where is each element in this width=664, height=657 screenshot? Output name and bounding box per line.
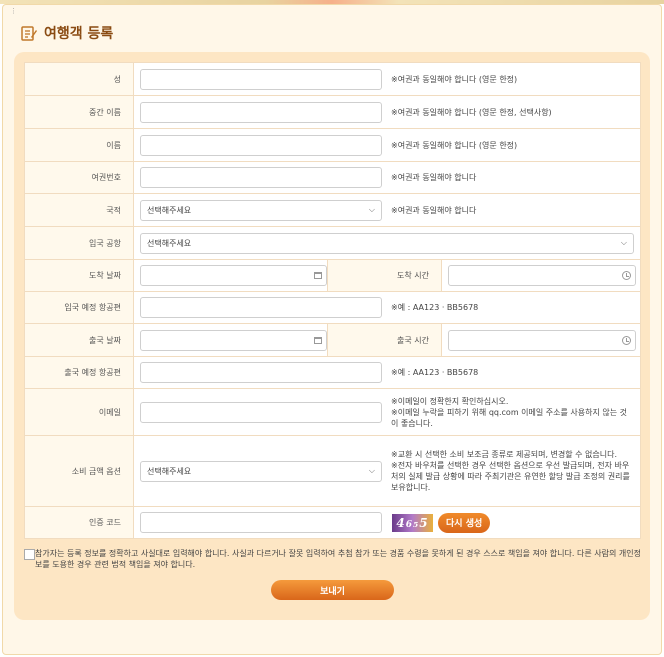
exit-flight-label: 출국 예정 항공편 <box>24 356 134 389</box>
passport-note: ※여권과 동일해야 합니다 <box>391 173 477 182</box>
arrival-time-input[interactable] <box>448 265 636 286</box>
agreement-row: 참가자는 등록 정보를 정확하고 사실대로 입력해야 합니다. 사실과 다르거나… <box>24 548 644 570</box>
form-row-surname: 성 ※여권과 동일해야 합니다 (영문 한정) <box>24 62 641 96</box>
middle-name-input[interactable] <box>140 101 382 123</box>
arrival-date-input[interactable] <box>140 265 327 286</box>
given-name-input[interactable] <box>140 134 382 156</box>
amount-option-label: 소비 금액 옵션 <box>24 435 134 507</box>
passport-label: 여권번호 <box>24 161 134 194</box>
form-row-given-name: 이름 ※여권과 동일해야 합니다 (영문 한정) <box>24 128 641 162</box>
form-row-departure: 출국 날짜 출국 시간 <box>24 323 641 357</box>
departure-time-input[interactable] <box>448 329 636 351</box>
passport-input[interactable] <box>140 167 382 188</box>
page-header: 여행객 등록 <box>20 22 113 44</box>
amount-option-selected: 선택해주세요 <box>147 466 192 476</box>
page-title: 여행객 등록 <box>44 26 114 42</box>
exit-flight-note: ※예 : AA123 · BB5678 <box>391 368 479 377</box>
exit-flight-input[interactable] <box>140 362 382 383</box>
given-name-note: ※여권과 동일해야 합니다 (영문 한정) <box>391 140 518 150</box>
drag-handle-icon[interactable]: ⋮ <box>10 8 17 21</box>
calendar-icon[interactable] <box>314 272 322 279</box>
email-note-2: ※이메일 누락을 피하기 위해 qq.com 이메일 주소를 사용하지 않는 것… <box>391 407 628 428</box>
entry-airport-selected: 선택해주세요 <box>147 238 192 248</box>
agreement-text: 참가자는 등록 정보를 정확하고 사실대로 입력해야 합니다. 사실과 다르거나… <box>35 549 641 569</box>
clock-icon[interactable] <box>622 271 631 280</box>
entry-flight-label: 입국 예정 항공편 <box>24 291 134 324</box>
email-input[interactable] <box>140 401 382 423</box>
nationality-select[interactable]: 선택해주세요 ⌵ <box>140 199 382 221</box>
form-row-exit-flight: 출국 예정 항공편 ※예 : AA123 · BB5678 <box>24 356 641 389</box>
entry-flight-input[interactable] <box>140 297 382 318</box>
given-name-label: 이름 <box>24 128 134 162</box>
surname-label: 성 <box>24 62 134 96</box>
clock-icon[interactable] <box>622 335 631 345</box>
email-note-1: ※이메일이 정확한지 확인하십시오. <box>391 396 509 406</box>
arrival-date-label: 도착 날짜 <box>24 259 134 292</box>
form-row-passport: 여권번호 ※여권과 동일해야 합니다 <box>24 161 641 194</box>
amount-option-select[interactable]: 선택해주세요 ⌵ <box>140 460 382 482</box>
chevron-down-icon: ⌵ <box>368 466 375 475</box>
registration-form-icon <box>21 26 37 41</box>
form-row-middle-name: 중간 이름 ※여권과 동일해야 합니다 (영문 한정, 선택사항) <box>24 95 641 129</box>
amount-option-note-2: ※전자 바우처를 선택한 경우 선택한 옵션으로 우선 발급되며, 전자 바우처… <box>391 461 630 492</box>
email-label: 이메일 <box>24 388 134 436</box>
entry-flight-note: ※예 : AA123 · BB5678 <box>391 303 479 312</box>
registration-form: 성 ※여권과 동일해야 합니다 (영문 한정) 중간 이름 ※여권과 동일해야 … <box>24 62 641 539</box>
entry-airport-select[interactable]: 선택해주세요 ⌵ <box>140 232 634 254</box>
nationality-note: ※여권과 동일해야 합니다 <box>391 205 477 215</box>
captcha-label: 인증 코드 <box>24 506 134 539</box>
form-row-entry-flight: 입국 예정 항공편 ※예 : AA123 · BB5678 <box>24 291 641 324</box>
form-row-nationality: 국적 선택해주세요 ⌵ ※여권과 동일해야 합니다 <box>24 193 641 227</box>
middle-name-note: ※여권과 동일해야 합니다 (영문 한정, 선택사항) <box>391 107 552 117</box>
middle-name-label: 중간 이름 <box>24 95 134 129</box>
form-row-entry-airport: 입국 공항 선택해주세요 ⌵ <box>24 226 641 260</box>
departure-date-label: 출국 날짜 <box>24 323 134 357</box>
form-row-arrival: 도착 날짜 도착 시간 <box>24 259 641 292</box>
surname-input[interactable] <box>140 68 382 90</box>
amount-option-note-1: ※교환 시 선택한 소비 보조금 종류로 제공되며, 변경할 수 없습니다. <box>391 450 618 459</box>
submit-button[interactable]: 보내기 <box>271 580 394 600</box>
chevron-down-icon: ⌵ <box>368 205 375 214</box>
departure-time-label: 출국 시간 <box>327 323 442 357</box>
form-row-amount-option: 소비 금액 옵션 선택해주세요 ⌵ ※교환 시 선택한 소비 보조금 종류로 제… <box>24 435 641 507</box>
departure-date-input[interactable] <box>140 329 327 351</box>
form-row-captcha: 인증 코드 46₅5 다시 생성 <box>24 506 641 539</box>
surname-note: ※여권과 동일해야 합니다 (영문 한정) <box>391 74 518 84</box>
captcha-image[interactable]: 46₅5 <box>392 513 433 532</box>
nationality-selected: 선택해주세요 <box>147 205 192 215</box>
captcha-input[interactable] <box>140 512 382 533</box>
regenerate-captcha-button[interactable]: 다시 생성 <box>438 512 491 533</box>
arrival-time-label: 도착 시간 <box>327 259 442 292</box>
nationality-label: 국적 <box>24 193 134 227</box>
agreement-checkbox[interactable] <box>24 549 35 560</box>
entry-airport-label: 입국 공항 <box>24 226 134 260</box>
chevron-down-icon: ⌵ <box>620 238 627 247</box>
form-row-email: 이메일 ※이메일이 정확한지 확인하십시오. ※이메일 누락을 피하기 위해 q… <box>24 388 641 436</box>
calendar-icon[interactable] <box>314 336 322 344</box>
